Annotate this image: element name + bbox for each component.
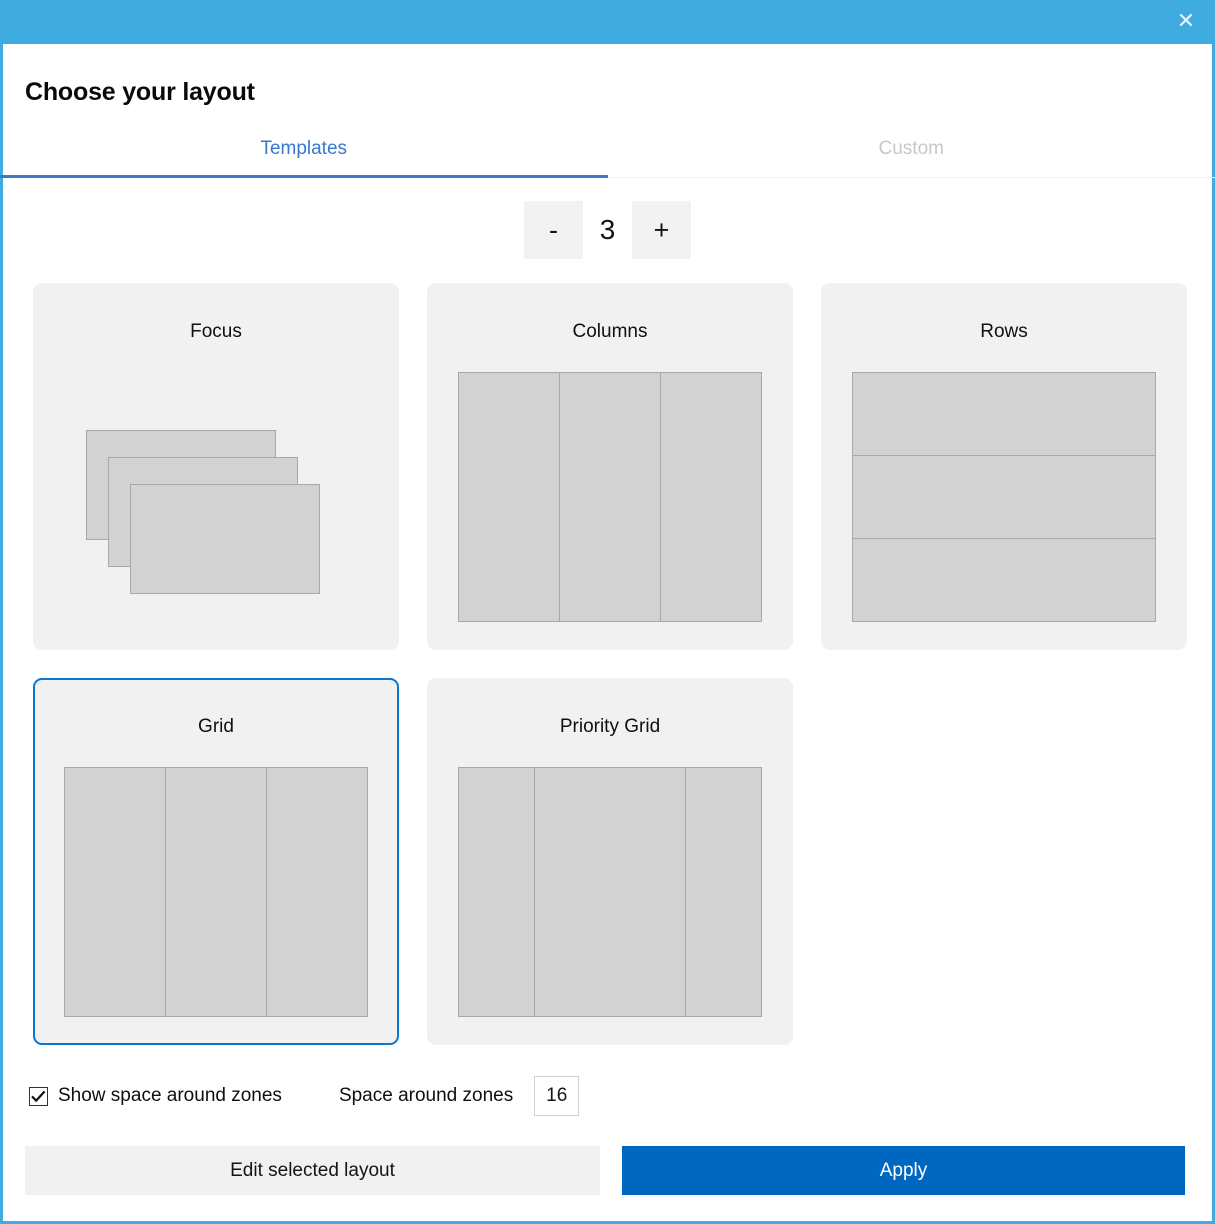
template-card-focus[interactable]: Focus <box>33 283 399 650</box>
tab-inactive-indicator <box>607 177 1215 178</box>
template-card-columns-label: Columns <box>572 321 648 342</box>
template-card-focus-label: Focus <box>190 321 242 342</box>
template-card-grid-label: Grid <box>198 716 234 737</box>
grid-zone-2 <box>165 767 267 1017</box>
show-space-around-zones-checkbox[interactable] <box>29 1086 48 1106</box>
template-preview-columns <box>458 372 762 622</box>
template-preview-rows <box>852 372 1156 622</box>
grid-zone-3 <box>266 767 368 1017</box>
row-zone-2 <box>852 455 1156 539</box>
template-card-columns[interactable]: Columns <box>427 283 793 650</box>
space-around-zones-input[interactable] <box>534 1076 580 1116</box>
priority-zone-1 <box>458 767 536 1017</box>
page-title: Choose your layout <box>25 78 255 106</box>
tab-bar: Templates Custom <box>0 138 1215 178</box>
show-space-around-zones-label[interactable]: Show space around zones <box>58 1085 282 1107</box>
priority-zone-3 <box>684 767 762 1017</box>
apply-button[interactable]: Apply <box>622 1146 1185 1195</box>
increment-zones-button[interactable]: + <box>632 201 691 259</box>
template-card-priority-grid[interactable]: Priority Grid <box>427 678 793 1045</box>
options-row: Show space around zones Space around zon… <box>29 1076 580 1116</box>
template-preview-focus <box>64 372 368 622</box>
space-around-zones-label: Space around zones <box>338 1085 514 1106</box>
column-zone-2 <box>559 372 661 622</box>
column-zone-3 <box>660 372 762 622</box>
edit-selected-layout-button[interactable]: Edit selected layout <box>25 1146 600 1195</box>
template-card-grid[interactable]: Grid <box>33 678 399 1045</box>
template-preview-priority-grid <box>458 767 762 1017</box>
close-icon[interactable]: ✕ <box>1163 0 1209 44</box>
template-preview-grid <box>64 767 368 1017</box>
tab-custom[interactable]: Custom <box>607 138 1215 178</box>
tab-templates[interactable]: Templates <box>0 138 608 178</box>
footer-actions: Edit selected layout Apply <box>25 1146 1185 1195</box>
row-zone-1 <box>852 372 1156 456</box>
title-bar: ✕ <box>0 0 1215 44</box>
template-card-grid: Focus Columns Rows Grid Priority Grid <box>33 283 1188 1045</box>
tab-templates-label: Templates <box>260 138 348 159</box>
focus-zone-3 <box>130 484 320 594</box>
column-zone-1 <box>458 372 560 622</box>
checkmark-icon <box>31 1090 46 1102</box>
decrement-zones-button[interactable]: - <box>524 201 583 259</box>
template-card-rows-label: Rows <box>980 321 1028 342</box>
grid-zone-1 <box>64 767 166 1017</box>
template-card-priority-grid-label: Priority Grid <box>559 716 661 737</box>
zone-count-stepper: - 3 + <box>3 201 1212 259</box>
priority-zone-2 <box>534 767 686 1017</box>
layout-picker-window: ✕ Choose your layout Templates Custom - … <box>0 0 1215 1224</box>
tab-active-indicator <box>0 175 608 178</box>
zone-count-value: 3 <box>599 214 616 245</box>
template-card-rows[interactable]: Rows <box>821 283 1187 650</box>
tab-custom-label: Custom <box>878 138 944 159</box>
row-zone-3 <box>852 538 1156 622</box>
